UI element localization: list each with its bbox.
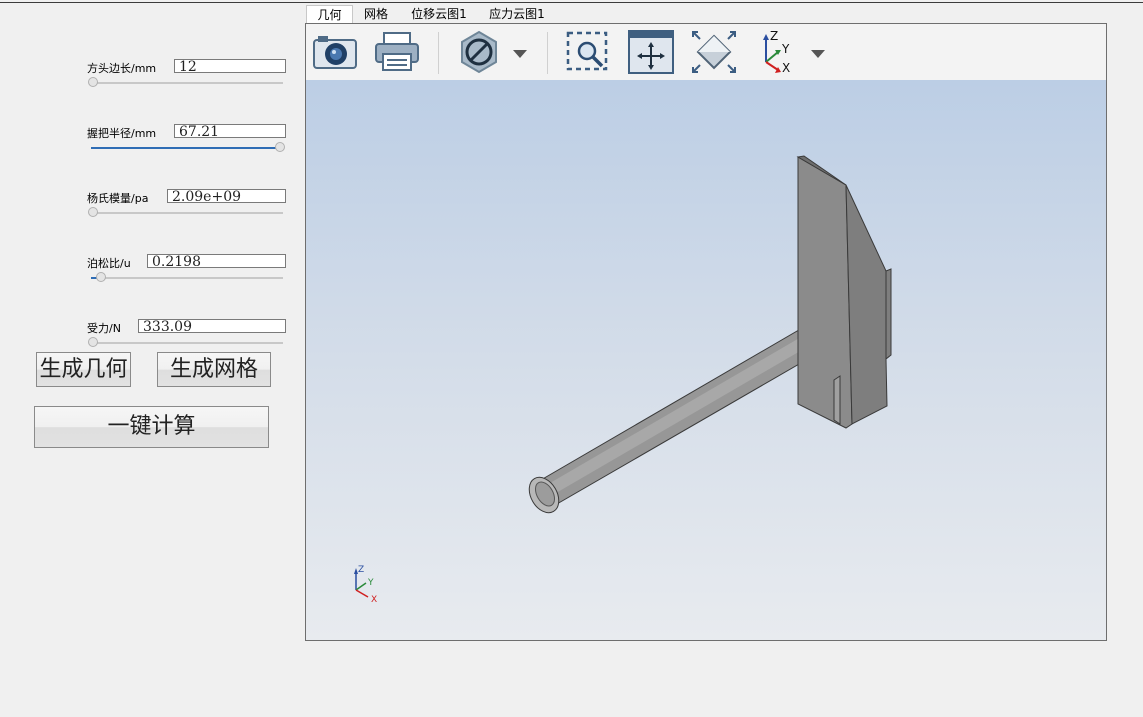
force-input[interactable]: 333.09 (138, 319, 286, 333)
zoom-box-icon[interactable] (563, 28, 613, 76)
square-side-slider[interactable] (88, 77, 283, 87)
param-label-youngs-modulus: 杨氏模量/pa (87, 192, 149, 205)
slider-handle[interactable] (88, 207, 98, 217)
square-side-input[interactable]: 12 (174, 59, 286, 73)
param-label-grip-radius: 握把半径/mm (87, 127, 157, 140)
poisson-ratio-slider[interactable] (91, 272, 283, 282)
force-slider[interactable] (88, 337, 283, 347)
grip-radius-slider[interactable] (91, 142, 285, 152)
slider-handle[interactable] (275, 142, 285, 152)
axis-view-icon[interactable]: Z Y X (752, 28, 802, 76)
tab-stress[interactable]: 应力云图1 (482, 5, 552, 23)
axis-y-label: Y (781, 42, 790, 56)
printer-icon[interactable] (372, 28, 422, 76)
generate-mesh-button[interactable]: 生成网格 (157, 352, 271, 387)
fit-all-icon[interactable] (626, 28, 676, 76)
dropdown-arrow-icon[interactable] (505, 28, 535, 76)
param-label-square-side: 方头边长/mm (87, 62, 157, 75)
orientation-triad: Z Y X (354, 565, 377, 605)
hammer-handle (528, 315, 838, 514)
3d-viewer: Z Y X Z Y X (305, 23, 1107, 641)
view-iso-icon[interactable] (689, 28, 739, 76)
poisson-ratio-input[interactable]: 0.2198 (147, 254, 286, 268)
toolbar-separator (438, 32, 439, 74)
axis-x-label: X (782, 61, 790, 75)
param-label-force: 受力/N (87, 322, 121, 335)
youngs-modulus-input[interactable]: 2.09e+09 (167, 189, 286, 203)
tab-mesh[interactable]: 网格 (356, 5, 396, 23)
render-canvas[interactable]: Z Y X (306, 80, 1106, 640)
youngs-modulus-slider[interactable] (88, 207, 283, 217)
axis-z-label: Z (770, 29, 778, 43)
generate-geometry-button[interactable]: 生成几何 (36, 352, 131, 387)
toolbar-separator (547, 32, 548, 74)
triad-y-label: Y (367, 578, 374, 588)
grip-radius-input[interactable]: 67.21 (174, 124, 286, 138)
triad-z-label: Z (358, 565, 364, 575)
slider-handle[interactable] (88, 77, 98, 87)
param-label-poisson-ratio: 泊松比/u (87, 257, 131, 270)
slider-fill (91, 147, 279, 149)
tab-displacement[interactable]: 位移云图1 (404, 5, 474, 23)
slider-handle[interactable] (96, 272, 106, 282)
dropdown-arrow-icon[interactable] (803, 28, 833, 76)
hammer-head (796, 155, 892, 429)
hammer-model: Z Y X (354, 155, 892, 605)
camera-icon[interactable] (310, 28, 360, 76)
window-top-border (0, 2, 1143, 3)
compute-button[interactable]: 一键计算 (34, 406, 269, 448)
slider-handle[interactable] (88, 337, 98, 347)
viewer-toolbar: Z Y X (306, 24, 1106, 81)
hide-icon[interactable] (454, 28, 504, 76)
tab-geometry[interactable]: 几何 (306, 5, 353, 24)
triad-x-label: X (371, 595, 377, 605)
